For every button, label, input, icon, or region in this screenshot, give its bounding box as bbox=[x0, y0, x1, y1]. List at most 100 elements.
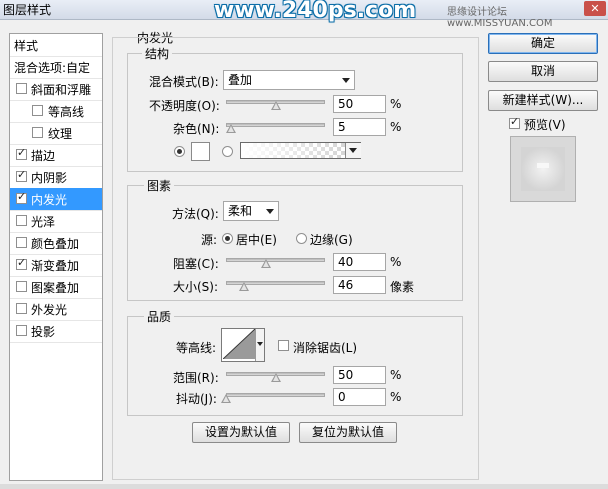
ok-button[interactable]: 确定 bbox=[488, 33, 598, 54]
new-style-button[interactable]: 新建样式(W)... bbox=[488, 90, 598, 111]
chevron-down-icon bbox=[349, 148, 357, 153]
contour-picker[interactable] bbox=[221, 328, 265, 362]
jitter-field[interactable]: 0 bbox=[333, 388, 386, 406]
style-checkbox[interactable] bbox=[32, 127, 43, 138]
blend-options-label: 混合选项:自定 bbox=[14, 61, 91, 75]
styles-header[interactable]: 样式 bbox=[10, 34, 102, 57]
style-item-label: 光泽 bbox=[31, 215, 56, 229]
cancel-button[interactable]: 取消 bbox=[488, 61, 598, 82]
antialias-checkbox[interactable] bbox=[278, 340, 289, 351]
source-edge-label[interactable]: 边缘(G) bbox=[310, 231, 353, 248]
structure-title: 结构 bbox=[142, 45, 173, 62]
contour-dropdown[interactable] bbox=[255, 329, 264, 361]
style-checkbox[interactable] bbox=[16, 325, 27, 336]
size-label: 大小(S): bbox=[173, 280, 219, 294]
choke-slider[interactable] bbox=[226, 258, 325, 262]
choke-field[interactable]: 40 bbox=[333, 253, 386, 271]
opacity-label: 不透明度(O): bbox=[149, 99, 220, 113]
style-item[interactable]: 纹理 bbox=[10, 122, 102, 145]
preview-swatch bbox=[521, 147, 565, 191]
style-checkbox[interactable] bbox=[32, 105, 43, 116]
chevron-down-icon bbox=[266, 209, 274, 214]
preview-label[interactable]: 预览(V) bbox=[524, 116, 566, 133]
window-title: 图层样式 bbox=[3, 3, 52, 17]
blend-mode-select[interactable]: 叠加 bbox=[223, 70, 355, 90]
range-unit: % bbox=[390, 368, 402, 382]
opacity-unit: % bbox=[390, 97, 402, 111]
opacity-field[interactable]: 50 bbox=[333, 95, 386, 113]
contour-label: 等高线: bbox=[176, 341, 217, 355]
size-slider-thumb[interactable] bbox=[238, 282, 249, 291]
opacity-slider-thumb[interactable] bbox=[270, 101, 281, 110]
chevron-down-icon bbox=[342, 78, 350, 83]
style-item[interactable]: 光泽 bbox=[10, 210, 102, 233]
size-field[interactable]: 46 bbox=[333, 276, 386, 294]
style-checkbox[interactable] bbox=[16, 237, 27, 248]
style-checkbox[interactable] bbox=[16, 303, 27, 314]
gradient-swatch[interactable] bbox=[240, 142, 361, 159]
range-label: 范围(R): bbox=[173, 371, 219, 385]
style-item-label: 内阴影 bbox=[31, 171, 68, 185]
style-checkbox[interactable] bbox=[16, 190, 27, 204]
style-item[interactable]: 描边 bbox=[10, 144, 102, 167]
size-unit: 像素 bbox=[390, 280, 415, 294]
method-label: 方法(Q): bbox=[172, 207, 219, 221]
gradient-dropdown[interactable] bbox=[345, 143, 361, 158]
range-field[interactable]: 50 bbox=[333, 366, 386, 384]
reset-default-button[interactable]: 复位为默认值 bbox=[299, 422, 397, 443]
noise-unit: % bbox=[390, 120, 402, 134]
choke-label: 阻塞(C): bbox=[173, 257, 219, 271]
method-select[interactable]: 柔和 bbox=[223, 201, 279, 221]
noise-field[interactable]: 5 bbox=[333, 118, 386, 136]
preview-checkbox[interactable] bbox=[509, 115, 520, 129]
style-item[interactable]: 内发光 bbox=[10, 188, 102, 211]
style-item-label: 描边 bbox=[31, 149, 56, 163]
style-item[interactable]: 外发光 bbox=[10, 298, 102, 321]
style-checkbox[interactable] bbox=[16, 83, 27, 94]
style-item[interactable]: 渐变叠加 bbox=[10, 254, 102, 277]
style-item-label: 图案叠加 bbox=[31, 281, 80, 295]
color-radio[interactable] bbox=[174, 146, 185, 157]
range-slider-thumb[interactable] bbox=[270, 373, 281, 382]
blend-mode-label: 混合模式(B): bbox=[149, 75, 219, 89]
quality-title: 品质 bbox=[144, 308, 175, 325]
source-edge-radio[interactable] bbox=[296, 233, 307, 244]
bottom-edge bbox=[0, 484, 608, 489]
antialias-label[interactable]: 消除锯齿(L) bbox=[293, 339, 357, 356]
blend-options-item[interactable]: 混合选项:自定 bbox=[10, 56, 102, 79]
style-item[interactable]: 斜面和浮雕 bbox=[10, 78, 102, 101]
style-item[interactable]: 颜色叠加 bbox=[10, 232, 102, 255]
set-default-button[interactable]: 设置为默认值 bbox=[192, 422, 290, 443]
preview-highlight bbox=[537, 163, 549, 168]
contour-preview-icon bbox=[223, 329, 255, 359]
close-icon[interactable]: ✕ bbox=[584, 1, 606, 16]
style-checkbox[interactable] bbox=[16, 256, 27, 270]
jitter-slider[interactable] bbox=[226, 393, 325, 397]
jitter-slider-thumb[interactable] bbox=[221, 394, 231, 403]
style-checkbox[interactable] bbox=[16, 215, 27, 226]
choke-slider-thumb[interactable] bbox=[260, 259, 271, 268]
style-item-label: 斜面和浮雕 bbox=[31, 83, 92, 97]
style-item-label: 外发光 bbox=[31, 303, 68, 317]
noise-slider[interactable] bbox=[226, 123, 325, 127]
source-label: 源: bbox=[201, 233, 218, 247]
style-checkbox[interactable] bbox=[16, 168, 27, 182]
chevron-down-icon bbox=[257, 342, 263, 346]
noise-slider-thumb[interactable] bbox=[225, 124, 236, 133]
method-value: 柔和 bbox=[228, 204, 253, 218]
style-item[interactable]: 等高线 bbox=[10, 100, 102, 123]
glow-color-swatch[interactable] bbox=[191, 142, 210, 161]
style-item[interactable]: 内阴影 bbox=[10, 166, 102, 189]
source-center-label[interactable]: 居中(E) bbox=[236, 231, 277, 248]
style-item[interactable]: 投影 bbox=[10, 320, 102, 343]
source-center-radio[interactable] bbox=[222, 233, 233, 244]
style-checkbox[interactable] bbox=[16, 146, 27, 160]
watermark: www.240ps.com bbox=[214, 0, 417, 23]
gradient-radio[interactable] bbox=[222, 146, 233, 157]
style-checkbox[interactable] bbox=[16, 281, 27, 292]
style-item-label: 纹理 bbox=[48, 127, 73, 141]
title-bar: 图层样式 www.240ps.com 思缘设计论坛 www.MISSYUAN.C… bbox=[0, 0, 608, 29]
jitter-unit: % bbox=[390, 390, 402, 404]
style-item[interactable]: 图案叠加 bbox=[10, 276, 102, 299]
style-item-label: 内发光 bbox=[31, 193, 68, 207]
